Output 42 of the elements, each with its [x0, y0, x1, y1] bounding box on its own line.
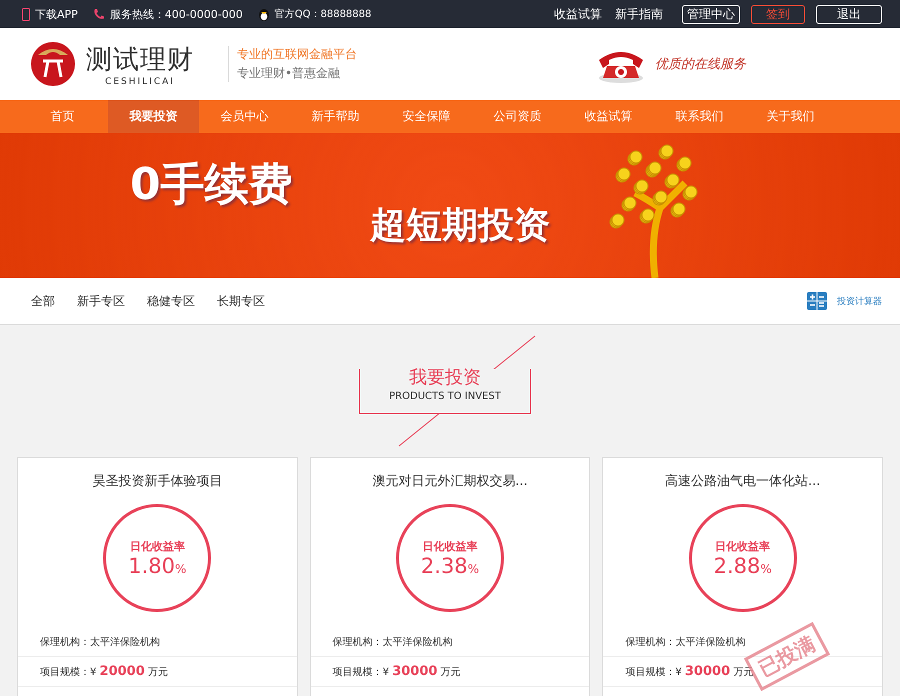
rate-value: 2.88%: [714, 554, 772, 578]
product-name[interactable]: 澳元对日元外汇期权交易...: [372, 472, 528, 490]
rate-value: 2.38%: [420, 554, 480, 578]
rate-label: 日化收益率: [422, 538, 478, 554]
filter-tab[interactable]: 全部: [31, 292, 55, 310]
top-link[interactable]: 新手指南: [615, 6, 663, 22]
section-subtitle: PRODUCTS TO INVEST: [389, 391, 501, 402]
top-button[interactable]: 管理中心: [682, 4, 740, 24]
handset-icon: [92, 8, 105, 20]
filter-tab[interactable]: 稳健专区: [147, 292, 195, 310]
service-text: 优质的在线服务: [655, 56, 746, 73]
rate-label: 日化收益率: [130, 538, 185, 554]
top-button[interactable]: 退出: [816, 4, 882, 24]
rate-label: 日化收益率: [715, 538, 770, 554]
calculator-link[interactable]: 投资计算器: [837, 294, 882, 308]
logo-icon: [30, 41, 76, 87]
phone-icon: [22, 8, 30, 20]
top-link[interactable]: 收益试算: [554, 6, 602, 22]
product-name[interactable]: 昊圣投资新手体验项目: [92, 472, 222, 490]
hotline-text: 服务热线：400-0000-000: [110, 6, 243, 22]
calculator-icon: [807, 292, 827, 310]
logo-subtitle: CESHILICAI: [105, 76, 175, 86]
top-button[interactable]: 签到: [751, 4, 805, 24]
slogan-text: 专业理财•普惠金融: [237, 65, 342, 82]
scale-text: 项目规模：¥ 30000 万元: [332, 667, 461, 678]
logo-name: 测试理财: [86, 44, 194, 76]
filter-tab[interactable]: 新手专区: [77, 292, 125, 310]
guarantor-text: 保理机构：太平洋保险机构: [40, 637, 160, 648]
download-app-link[interactable]: 下载APP: [35, 6, 78, 22]
guarantor-text: 保理机构：太平洋保险机构: [332, 637, 453, 648]
product-name[interactable]: 高速公路油气电一体化站...: [664, 472, 820, 490]
scale-text: 项目规模：¥ 20000 万元: [40, 667, 168, 678]
banner-headline: 超短期投资: [370, 204, 550, 248]
nav-tab[interactable]: 我要投资: [108, 100, 199, 133]
rate-value: 1.80%: [128, 554, 186, 578]
qq-text: 官方QQ：88888888: [274, 8, 372, 21]
section-title: 我要投资: [409, 366, 481, 389]
penguin-icon: [258, 8, 270, 20]
filter-tab[interactable]: 长期专区: [217, 292, 265, 310]
guarantor-text: 保理机构：太平洋保险机构: [625, 637, 746, 648]
slogan-text: 专业的互联网金融平台: [237, 46, 357, 63]
banner-headline: 0手续费: [130, 158, 293, 212]
